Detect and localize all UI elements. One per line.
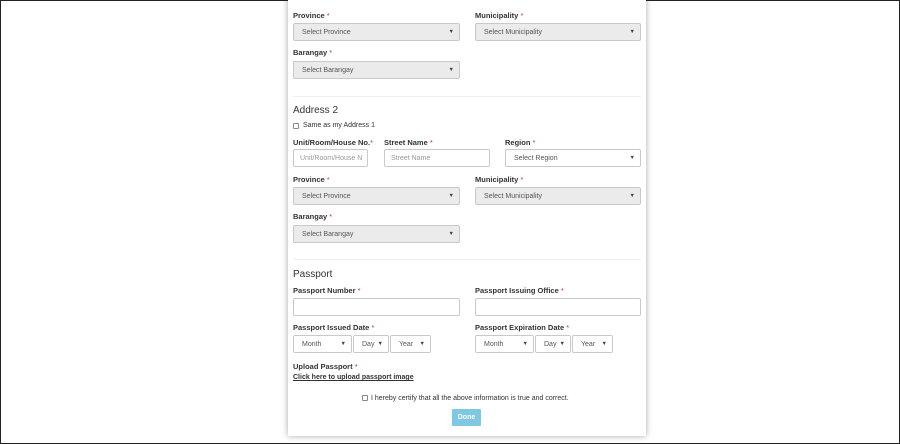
passport-title: Passport bbox=[293, 269, 333, 280]
chevron-down-icon: ▼ bbox=[448, 67, 454, 73]
address1-province-select[interactable]: Select Province ▼ bbox=[293, 23, 460, 41]
chevron-down-icon: ▼ bbox=[448, 231, 454, 237]
address1-barangay-select[interactable]: Select Barangay ▼ bbox=[293, 61, 460, 79]
section-divider bbox=[293, 259, 641, 260]
address2-unit-input[interactable]: Unit/Room/House N bbox=[293, 149, 368, 167]
issued-month-select[interactable]: Month ▼ bbox=[293, 335, 352, 353]
issued-day-select[interactable]: Day ▼ bbox=[353, 335, 389, 353]
chevron-down-icon: ▼ bbox=[629, 155, 635, 161]
chevron-down-icon: ▼ bbox=[601, 341, 607, 347]
address2-municipality-label: Municipality * bbox=[475, 175, 524, 184]
chevron-down-icon: ▼ bbox=[629, 193, 635, 199]
address2-street-input[interactable]: Street Name bbox=[384, 149, 490, 167]
expiration-month-select[interactable]: Month ▼ bbox=[475, 335, 534, 353]
issued-year-select[interactable]: Year ▼ bbox=[390, 335, 431, 353]
address2-region-label: Region * bbox=[505, 138, 536, 147]
chevron-down-icon: ▼ bbox=[559, 341, 565, 347]
certify-text: I hereby certify that all the above info… bbox=[371, 395, 569, 402]
chevron-down-icon: ▼ bbox=[522, 341, 528, 347]
passport-number-label: Passport Number * bbox=[293, 286, 361, 295]
address1-municipality-label: Municipality * bbox=[475, 11, 524, 20]
same-as-address1-checkbox[interactable] bbox=[293, 123, 299, 129]
chevron-down-icon: ▼ bbox=[419, 341, 425, 347]
same-as-address1-label: Same as my Address 1 bbox=[303, 122, 375, 129]
chevron-down-icon: ▼ bbox=[377, 341, 383, 347]
upload-passport-label: Upload Passport * bbox=[293, 362, 358, 371]
address2-barangay-label: Barangay * bbox=[293, 212, 333, 221]
chevron-down-icon: ▼ bbox=[629, 29, 635, 35]
address2-municipality-select[interactable]: Select Municipality ▼ bbox=[475, 187, 641, 205]
expiration-year-select[interactable]: Year ▼ bbox=[572, 335, 613, 353]
form-panel: Province * Select Province ▼ Municipality… bbox=[288, 0, 646, 436]
address1-municipality-select[interactable]: Select Municipality ▼ bbox=[475, 23, 641, 41]
upload-passport-link[interactable]: Click here to upload passport image bbox=[293, 374, 414, 381]
passport-issuing-office-label: Passport Issuing Office * bbox=[475, 286, 564, 295]
passport-issued-date-label: Passport Issued Date * bbox=[293, 323, 375, 332]
passport-expiration-date-label: Passport Expiration Date * bbox=[475, 323, 570, 332]
chevron-down-icon: ▼ bbox=[340, 341, 346, 347]
address1-barangay-label: Barangay * bbox=[293, 48, 333, 57]
section-divider bbox=[293, 96, 641, 97]
chevron-down-icon: ▼ bbox=[448, 193, 454, 199]
done-button[interactable]: Done bbox=[452, 409, 481, 426]
expiration-day-select[interactable]: Day ▼ bbox=[535, 335, 571, 353]
address2-province-label: Province * bbox=[293, 175, 330, 184]
passport-issuing-office-input[interactable] bbox=[475, 298, 641, 316]
address1-province-label: Province * bbox=[293, 11, 330, 20]
address2-unit-label: Unit/Room/House No.* bbox=[293, 138, 374, 147]
address2-region-select[interactable]: Select Region ▼ bbox=[505, 149, 641, 167]
address2-barangay-select[interactable]: Select Barangay ▼ bbox=[293, 225, 460, 243]
address2-title: Address 2 bbox=[293, 105, 339, 116]
passport-number-input[interactable] bbox=[293, 298, 460, 316]
certify-checkbox[interactable] bbox=[362, 395, 368, 401]
chevron-down-icon: ▼ bbox=[448, 29, 454, 35]
address2-province-select[interactable]: Select Province ▼ bbox=[293, 187, 460, 205]
address2-street-label: Street Name * bbox=[384, 138, 433, 147]
